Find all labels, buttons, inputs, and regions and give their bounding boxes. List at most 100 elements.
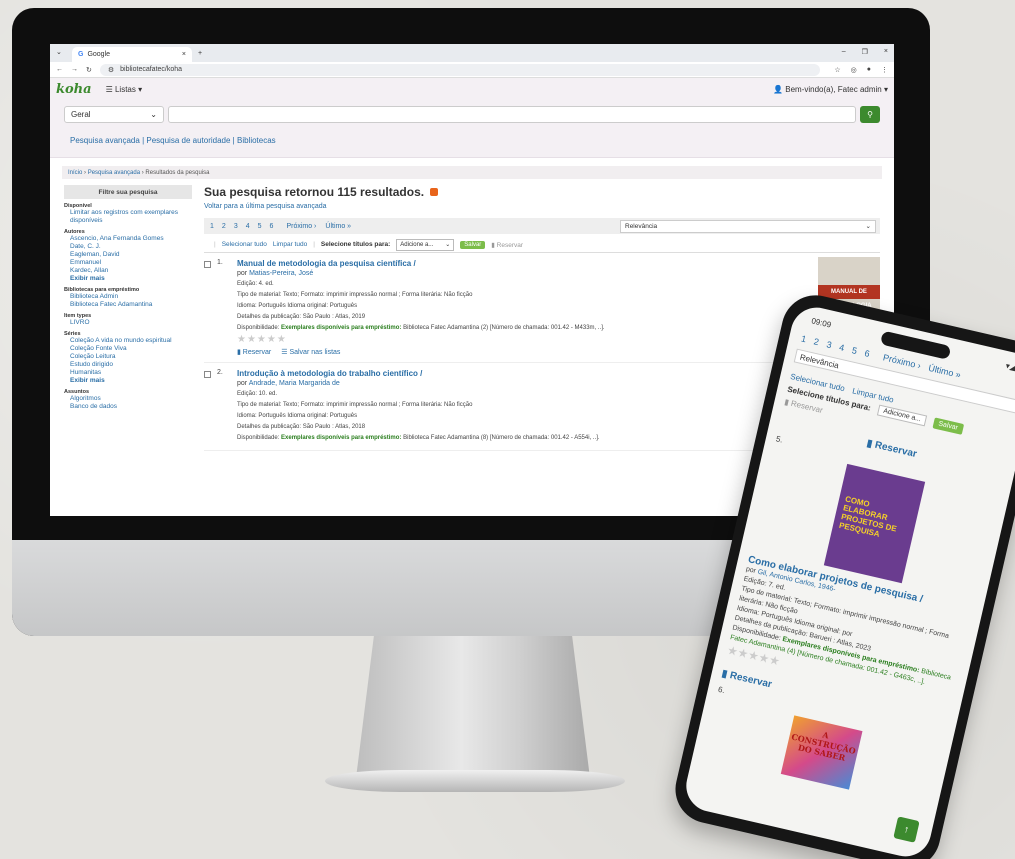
page-link[interactable]: 4 [836, 342, 847, 354]
phone-last-link[interactable]: Último » [927, 363, 961, 380]
page-link[interactable]: 1 [798, 333, 809, 345]
facets-title: Filtre sua pesquisa [64, 185, 192, 199]
facet-item[interactable]: Coleção A vida no mundo espiritual [64, 337, 192, 345]
reserve-selected-button[interactable]: ▮ Reservar [491, 241, 523, 249]
browser-tab[interactable]: G Google × [72, 47, 192, 62]
save-button[interactable]: Salvar [460, 240, 486, 249]
cover-text: COMO ELABORAR PROJETOS DE PESQUISA [838, 494, 898, 539]
breadcrumb: Início › Pesquisa avançada › Resultados … [62, 166, 882, 179]
breadcrumb-home[interactable]: Início [68, 170, 82, 176]
facet-item[interactable]: Humanitas [64, 369, 192, 377]
page-link[interactable]: 5 [256, 223, 264, 230]
restore-icon[interactable]: ❐ [862, 48, 868, 56]
book-cover[interactable]: COMO ELABORAR PROJETOS DE PESQUISA [823, 463, 926, 584]
window-controls: – ❐ × [842, 48, 888, 56]
page-link[interactable]: 3 [232, 223, 240, 230]
phone-record: 5. COMO ELABORAR PROJETOS DE PESQUISA Co… [721, 434, 1002, 730]
breadcrumb-advanced[interactable]: Pesquisa avançada [88, 170, 140, 176]
facet-item[interactable]: Ascencio, Ana Fernanda Gomes [64, 235, 192, 243]
forward-icon[interactable]: → [71, 66, 78, 73]
facet-item[interactable]: Coleção Leitura [64, 353, 192, 361]
url-text: bibliotecafatec/koha [120, 66, 183, 73]
facet-item[interactable]: Date, C. J. [64, 243, 192, 251]
search-input[interactable] [168, 105, 856, 123]
facet-item[interactable]: Algoritmos [64, 395, 192, 403]
reload-icon[interactable]: ↻ [86, 66, 92, 74]
libraries-link[interactable]: Bibliotecas [237, 136, 276, 145]
chevron-down-icon: ⌄ [445, 242, 451, 248]
clear-all-link[interactable]: Limpar tudo [273, 241, 307, 248]
record-checkbox[interactable] [204, 261, 211, 268]
site-info-icon[interactable]: ⚙ [108, 66, 114, 74]
page-link[interactable]: 5 [849, 345, 860, 357]
phone-record-num: 6. [717, 684, 726, 696]
advanced-search-link[interactable]: Pesquisa avançada [70, 136, 140, 145]
show-more-link[interactable]: Exibir mais [64, 377, 192, 385]
back-to-top-button[interactable]: ↑ [893, 816, 920, 843]
facet-item[interactable]: Emmanuel [64, 259, 192, 267]
last-page-link[interactable]: Último » [323, 223, 353, 230]
save-lists-label: Salvar nas listas [289, 349, 341, 356]
search-index-select[interactable]: Geral ⌄ [64, 105, 164, 123]
add-to-list-select[interactable]: Adicione a... ⌄ [396, 238, 455, 251]
search-bar: Geral ⌄ ⚲ [50, 100, 894, 128]
url-field[interactable]: ⚙ bibliotecafatec/koha [99, 63, 821, 76]
page-link[interactable]: 3 [824, 339, 835, 351]
reserve-button[interactable]: ▮ Reservar [237, 348, 271, 356]
show-more-link[interactable]: Exibir mais [64, 275, 192, 283]
facet-item[interactable]: Banco de dados [64, 403, 192, 411]
sort-select[interactable]: Relevância ⌄ [620, 219, 876, 233]
close-tab-icon[interactable]: × [182, 51, 186, 58]
page-link[interactable]: 2 [220, 223, 228, 230]
record-checkbox[interactable] [204, 371, 211, 378]
toolbar-icons: ☆ ◎ ● ⋮ [834, 66, 888, 74]
page-link[interactable]: 6 [268, 223, 276, 230]
user-menu[interactable]: 👤 Bem-vindo(a), Fatec admin ▾ [773, 85, 888, 94]
page-link[interactable]: 2 [811, 336, 822, 348]
select-all-link[interactable]: Selecionar tudo [222, 241, 267, 248]
facet-item[interactable]: Eagleman, David [64, 251, 192, 259]
book-cover[interactable]: A CONSTRUÇÃO DO SABER [780, 715, 863, 790]
facet-item[interactable]: Kardec, Allan [64, 267, 192, 275]
record-edition: Edição: 4. ed. [237, 281, 274, 287]
facet-item[interactable]: Estudo dirigido [64, 361, 192, 369]
facet-item[interactable]: Biblioteca Admin [64, 293, 192, 301]
record-author[interactable]: Andrade, Maria Margarida de [249, 380, 340, 387]
koha-logo[interactable]: koha [56, 82, 92, 97]
separator: | [232, 136, 235, 145]
record-title[interactable]: Manual de metodologia da pesquisa cientí… [237, 259, 880, 268]
minimize-icon[interactable]: – [842, 48, 846, 56]
lists-menu[interactable]: ☰ Listas ▾ [106, 85, 143, 94]
search-button[interactable]: ⚲ [860, 105, 880, 123]
bookmark-star-icon[interactable]: ☆ [834, 66, 840, 74]
page-link[interactable]: 4 [244, 223, 252, 230]
page-link[interactable]: 6 [862, 348, 873, 360]
separator: | [313, 241, 315, 248]
page-link[interactable]: 1 [208, 223, 216, 230]
authority-search-link[interactable]: Pesquisa de autoridade [146, 136, 230, 145]
facet-item[interactable]: Biblioteca Fatec Adamantina [64, 301, 192, 309]
close-window-icon[interactable]: × [884, 48, 888, 56]
monitor-stand-base [325, 770, 625, 792]
address-bar: ← → ↻ ⚙ bibliotecafatec/koha ☆ ◎ ● ⋮ [50, 62, 894, 78]
monitor-stand [355, 636, 591, 786]
phone-next-link[interactable]: Próximo › [882, 352, 922, 370]
rss-icon[interactable] [430, 188, 439, 196]
availability-label: Disponibilidade: [237, 325, 280, 331]
facet-item[interactable]: Limitar aos registros com exemplares dis… [64, 209, 192, 225]
new-tab-icon[interactable]: + [198, 50, 202, 57]
menu-icon[interactable]: ⋮ [881, 66, 888, 74]
extension-icon[interactable]: ◎ [851, 66, 857, 74]
record-author[interactable]: Matias-Pereira, José [249, 270, 313, 277]
facet-item[interactable]: Coleção Fonte Viva [64, 345, 192, 353]
search-icon: ⚲ [867, 109, 873, 119]
record-number: 2. [217, 369, 223, 376]
tab-list-icon[interactable]: ⌄ [56, 48, 62, 56]
phone-record-num: 5. [775, 434, 784, 445]
back-to-advanced-link[interactable]: Voltar para a última pesquisa avançada [204, 203, 880, 210]
next-page-link[interactable]: Próximo › [284, 223, 318, 230]
back-icon[interactable]: ← [56, 66, 63, 73]
save-to-lists-button[interactable]: ☰ Salvar nas listas [281, 348, 340, 356]
profile-icon[interactable]: ● [867, 66, 871, 74]
facet-item[interactable]: LIVRO [64, 319, 192, 327]
